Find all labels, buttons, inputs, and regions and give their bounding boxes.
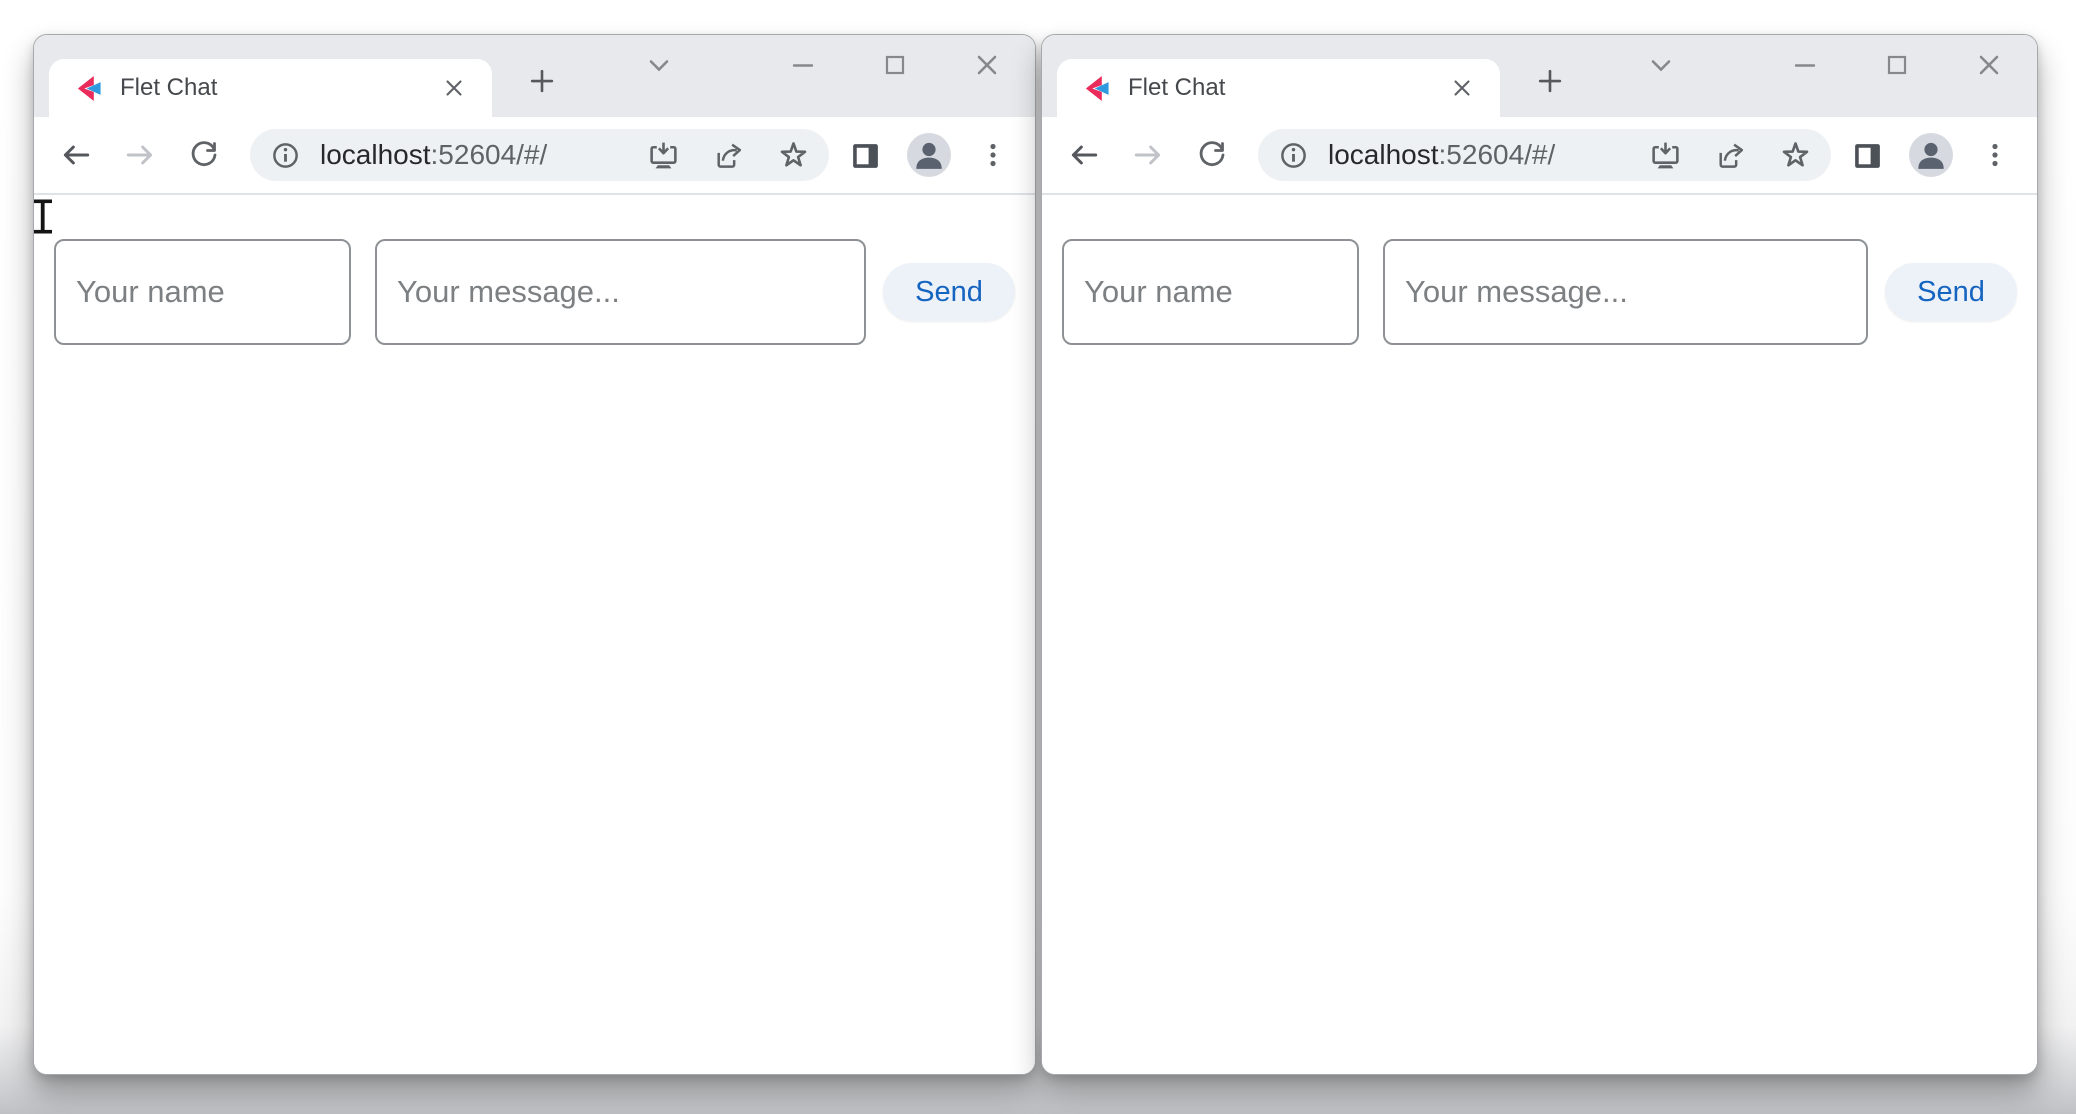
browser-window-left: Flet Chat — [33, 34, 1036, 1075]
reload-button[interactable] — [1190, 133, 1234, 177]
site-info-button[interactable] — [266, 136, 304, 174]
window-close-icon — [971, 49, 1003, 81]
window-close-button[interactable] — [967, 45, 1007, 85]
menu-kebab-icon — [1979, 139, 2011, 171]
site-info-button[interactable] — [1274, 136, 1312, 174]
tab-title: Flet Chat — [1128, 74, 1426, 102]
back-icon — [59, 138, 93, 172]
chat-form-row: Send — [34, 195, 1035, 345]
url-text: localhost:52604/#/ — [1328, 139, 1555, 171]
flet-favicon-icon — [1083, 75, 1110, 102]
tab-close-button[interactable] — [1444, 70, 1480, 106]
browser-menu-button[interactable] — [1973, 133, 2017, 177]
url-host: localhost — [320, 139, 431, 170]
address-bar[interactable]: localhost:52604/#/ — [250, 129, 829, 181]
browser-toolbar: localhost:52604/#/ — [34, 117, 1035, 193]
profile-avatar-icon — [1909, 133, 1953, 177]
site-info-icon — [1277, 139, 1310, 172]
bookmark-star-icon — [1778, 138, 1813, 173]
tab-strip: Flet Chat — [1042, 35, 2037, 117]
side-panel-icon — [849, 139, 882, 172]
maximize-icon — [879, 49, 911, 81]
name-input[interactable] — [1062, 239, 1359, 345]
browser-toolbar: localhost:52604/#/ — [1042, 117, 2037, 193]
minimize-button[interactable] — [783, 45, 823, 85]
install-app-button[interactable] — [1645, 135, 1685, 175]
profile-button[interactable] — [1909, 133, 1953, 177]
tab-flet-chat[interactable]: Flet Chat — [1057, 59, 1500, 117]
flet-chat-page: Send — [1042, 195, 2037, 1074]
install-app-icon — [1649, 139, 1682, 172]
forward-icon — [1131, 138, 1165, 172]
bookmark-star-button[interactable] — [773, 135, 813, 175]
share-button[interactable] — [1710, 135, 1750, 175]
maximize-icon — [1881, 49, 1913, 81]
send-button[interactable]: Send — [883, 263, 1015, 321]
url-text: localhost:52604/#/ — [320, 139, 547, 171]
profile-avatar-icon — [907, 133, 951, 177]
back-button[interactable] — [54, 133, 98, 177]
chat-form-row: Send — [1042, 195, 2037, 345]
window-close-button[interactable] — [1969, 45, 2009, 85]
forward-icon — [123, 138, 157, 172]
share-icon — [1714, 139, 1747, 172]
url-path: :52604/#/ — [1439, 139, 1556, 170]
url-path: :52604/#/ — [431, 139, 548, 170]
desktop-background: Flet Chat — [0, 0, 2076, 1114]
install-app-icon — [647, 139, 680, 172]
tab-close-icon — [441, 75, 467, 101]
bookmark-star-icon — [776, 138, 811, 173]
forward-button[interactable] — [1126, 133, 1170, 177]
site-info-icon — [269, 139, 302, 172]
tab-close-icon — [1449, 75, 1475, 101]
side-panel-icon — [1851, 139, 1884, 172]
tab-title: Flet Chat — [120, 74, 418, 102]
tab-search-button[interactable] — [639, 45, 679, 85]
tab-close-button[interactable] — [436, 70, 472, 106]
share-button[interactable] — [708, 135, 748, 175]
address-bar[interactable]: localhost:52604/#/ — [1258, 129, 1831, 181]
new-tab-icon — [527, 66, 557, 96]
menu-kebab-icon — [977, 139, 1009, 171]
share-icon — [712, 139, 745, 172]
new-tab-button[interactable] — [522, 61, 562, 101]
message-input[interactable] — [375, 239, 866, 345]
minimize-icon — [1789, 49, 1821, 81]
message-input[interactable] — [1383, 239, 1868, 345]
maximize-button[interactable] — [875, 45, 915, 85]
back-icon — [1067, 138, 1101, 172]
bookmark-star-button[interactable] — [1775, 135, 1815, 175]
name-input[interactable] — [54, 239, 351, 345]
browser-menu-button[interactable] — [971, 133, 1015, 177]
minimize-button[interactable] — [1785, 45, 1825, 85]
maximize-button[interactable] — [1877, 45, 1917, 85]
window-close-icon — [1973, 49, 2005, 81]
side-panel-button[interactable] — [1845, 133, 1889, 177]
flet-chat-page: Send — [34, 195, 1035, 1074]
tab-search-button[interactable] — [1641, 45, 1681, 85]
text-cursor-icon — [33, 198, 55, 236]
reload-icon — [188, 139, 220, 171]
browser-window-right: Flet Chat — [1041, 34, 2038, 1075]
flet-favicon-icon — [75, 75, 102, 102]
url-host: localhost — [1328, 139, 1439, 170]
tab-search-chevron-icon — [1645, 49, 1677, 81]
side-panel-button[interactable] — [843, 133, 887, 177]
new-tab-button[interactable] — [1530, 61, 1570, 101]
send-button[interactable]: Send — [1885, 263, 2017, 321]
minimize-icon — [787, 49, 819, 81]
back-button[interactable] — [1062, 133, 1106, 177]
tab-strip: Flet Chat — [34, 35, 1035, 117]
profile-button[interactable] — [907, 133, 951, 177]
reload-icon — [1196, 139, 1228, 171]
tab-search-chevron-icon — [643, 49, 675, 81]
forward-button[interactable] — [118, 133, 162, 177]
reload-button[interactable] — [182, 133, 226, 177]
install-app-button[interactable] — [643, 135, 683, 175]
new-tab-icon — [1535, 66, 1565, 96]
tab-flet-chat[interactable]: Flet Chat — [49, 59, 492, 117]
